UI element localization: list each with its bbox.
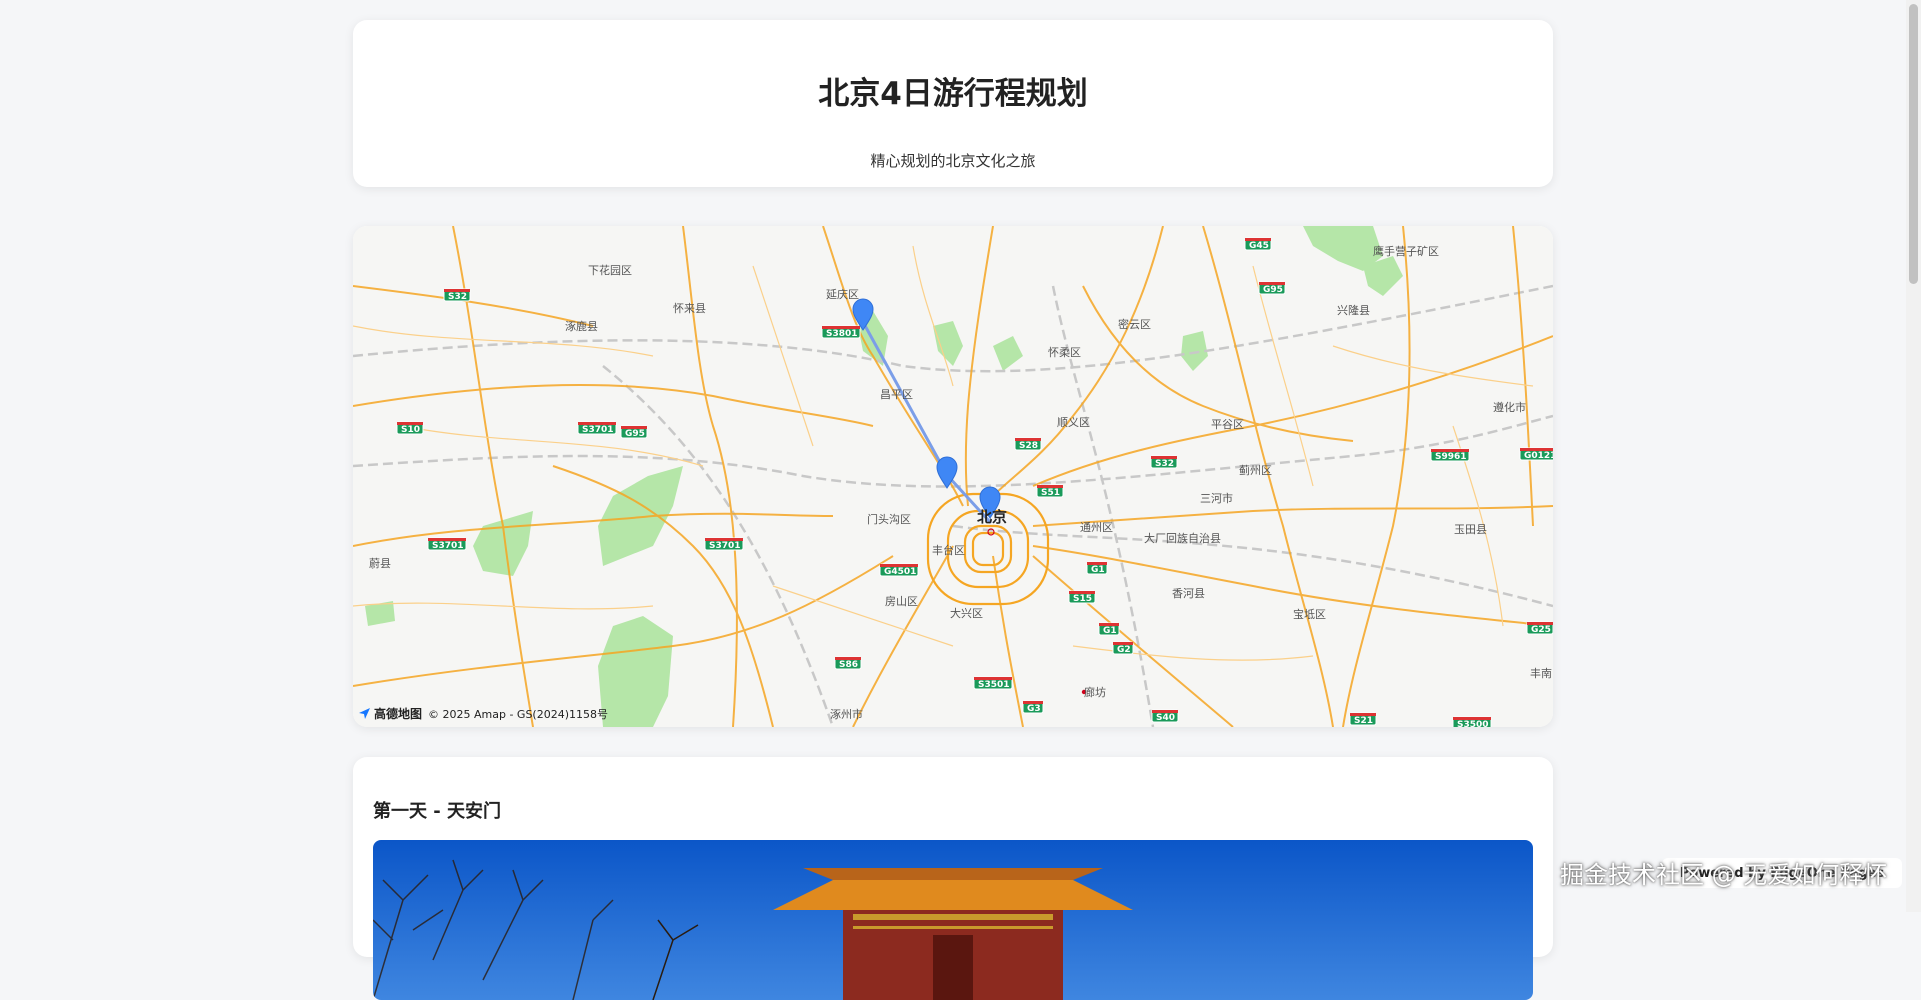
svg-text:S32: S32 bbox=[448, 292, 467, 302]
district-label: 兴隆县 bbox=[1337, 303, 1370, 317]
district-label: 顺义区 bbox=[1057, 416, 1090, 429]
svg-text:S3701: S3701 bbox=[582, 425, 614, 435]
district-label: 鹰手营子矿区 bbox=[1373, 244, 1439, 258]
svg-text:S3500: S3500 bbox=[1457, 720, 1489, 727]
district-label: 遵化市 bbox=[1493, 400, 1526, 414]
district-label: 丰台区 bbox=[932, 543, 965, 557]
svg-text:G3: G3 bbox=[1027, 704, 1041, 714]
svg-text:G1: G1 bbox=[1091, 565, 1105, 575]
highway-shield: G25 bbox=[1526, 621, 1553, 635]
scrollbar[interactable] bbox=[1906, 0, 1921, 912]
district-label: 房山区 bbox=[885, 595, 918, 608]
highway-shield: S86 bbox=[834, 656, 862, 670]
svg-text:S28: S28 bbox=[1019, 441, 1038, 451]
district-label: 丰南 bbox=[1530, 667, 1552, 680]
highway-shield: G3 bbox=[1022, 700, 1044, 714]
highway-shield: G0121 bbox=[1519, 447, 1553, 461]
svg-text:G1: G1 bbox=[1103, 626, 1117, 636]
highway-shield: S40 bbox=[1151, 709, 1179, 723]
district-label: 蔚县 bbox=[369, 557, 391, 570]
header-card: 北京4日游行程规划 精心规划的北京文化之旅 bbox=[353, 20, 1553, 187]
district-label: 下花园区 bbox=[588, 264, 632, 277]
district-label: 玉田县 bbox=[1454, 523, 1487, 536]
amap-arrow-icon bbox=[359, 708, 370, 719]
svg-text:S40: S40 bbox=[1156, 713, 1175, 723]
svg-text:S3701: S3701 bbox=[709, 541, 741, 551]
page-title: 北京4日游行程规划 bbox=[818, 76, 1088, 112]
district-label: 延庆区 bbox=[826, 287, 859, 301]
highway-shield: S28 bbox=[1014, 437, 1042, 451]
highway-shield: G1 bbox=[1086, 561, 1108, 575]
highway-shield: G2 bbox=[1112, 641, 1134, 655]
day-card: 第一天 - 天安门 bbox=[353, 757, 1553, 1000]
district-label: 蓟州区 bbox=[1239, 464, 1272, 477]
highway-shield: G45 bbox=[1244, 237, 1272, 251]
district-label: 香河县 bbox=[1172, 587, 1205, 600]
highway-shield: S21 bbox=[1349, 712, 1377, 726]
day-title: 第一天 - 天安门 bbox=[373, 801, 502, 822]
highway-shield: G1 bbox=[1098, 622, 1120, 636]
district-label: 平谷区 bbox=[1211, 418, 1244, 431]
highway-shield: S32 bbox=[1150, 455, 1178, 469]
svg-text:S9961: S9961 bbox=[1435, 452, 1467, 462]
map-attribution: 高德地图 © 2025 Amap - GS(2024)1158号 bbox=[358, 705, 608, 722]
svg-text:G0121: G0121 bbox=[1524, 451, 1553, 461]
svg-text:G95: G95 bbox=[1263, 285, 1283, 295]
highway-shield: S15 bbox=[1068, 590, 1096, 604]
district-label: 大厂回族自治县 bbox=[1144, 531, 1221, 545]
svg-text:S3701: S3701 bbox=[432, 541, 464, 551]
district-label: 涿鹿县 bbox=[565, 319, 598, 333]
highway-shield: S3701 bbox=[577, 421, 617, 435]
svg-text:G95: G95 bbox=[625, 429, 645, 439]
amap-logo: 高德地图 bbox=[358, 705, 422, 722]
highway-shield: S9961 bbox=[1430, 448, 1470, 462]
district-label: 三河市 bbox=[1200, 491, 1233, 505]
svg-text:G45: G45 bbox=[1249, 241, 1269, 251]
highway-shield: G4501 bbox=[879, 563, 919, 577]
svg-text:S32: S32 bbox=[1155, 459, 1174, 469]
district-label: 门头沟区 bbox=[867, 512, 911, 526]
city-label: 北京 bbox=[977, 508, 1007, 526]
map-card[interactable]: 下花园区延庆区涿鹿县 怀来县密云区怀柔区 兴隆县 鹰手营子矿区昌平区顺义区 平谷区 遵化市… bbox=[353, 226, 1553, 727]
district-label: 大兴区 bbox=[950, 606, 983, 620]
highway-shield: S10 bbox=[396, 421, 424, 435]
highway-shield: S3500 bbox=[1452, 716, 1492, 727]
watermark: 掘金技术社区 @ 无爱如何释怀 bbox=[1560, 861, 1888, 889]
svg-text:S51: S51 bbox=[1041, 488, 1060, 498]
scrollbar-thumb[interactable] bbox=[1909, 4, 1918, 284]
svg-text:S15: S15 bbox=[1073, 594, 1092, 604]
district-label: 涿州市 bbox=[830, 707, 863, 721]
map-copyright: © 2025 Amap - GS(2024)1158号 bbox=[428, 707, 609, 721]
svg-text:S21: S21 bbox=[1354, 716, 1373, 726]
highway-shield: S32 bbox=[443, 288, 471, 302]
district-label: 怀柔区 bbox=[1048, 346, 1081, 359]
district-label: 昌平区 bbox=[880, 388, 913, 401]
svg-text:G2: G2 bbox=[1117, 645, 1131, 655]
district-label: 廊坊 bbox=[1084, 685, 1106, 699]
svg-text:S3801: S3801 bbox=[826, 329, 858, 339]
highway-shield: S3501 bbox=[973, 676, 1013, 690]
highway-shield: S51 bbox=[1036, 484, 1064, 498]
highway-shield: S3701 bbox=[704, 537, 744, 551]
highway-shield: S3701 bbox=[427, 537, 467, 551]
svg-text:S10: S10 bbox=[401, 425, 420, 435]
svg-text:G4501: G4501 bbox=[884, 567, 916, 577]
svg-text:S86: S86 bbox=[839, 660, 858, 670]
map-canvas[interactable]: 下花园区延庆区涿鹿县 怀来县密云区怀柔区 兴隆县 鹰手营子矿区昌平区顺义区 平谷区 遵化市… bbox=[353, 226, 1553, 727]
page-subtitle: 精心规划的北京文化之旅 bbox=[870, 152, 1036, 170]
district-label: 通州区 bbox=[1080, 521, 1113, 534]
svg-text:G25: G25 bbox=[1531, 625, 1551, 635]
highway-shield: G95 bbox=[620, 425, 648, 439]
highway-shield: S3801 bbox=[821, 325, 861, 339]
svg-text:S3501: S3501 bbox=[978, 680, 1010, 690]
district-label: 宝坻区 bbox=[1293, 607, 1326, 621]
highway-shield: G95 bbox=[1258, 281, 1286, 295]
tiananmen-photo bbox=[373, 840, 1533, 1000]
district-label: 怀来县 bbox=[673, 302, 706, 315]
district-label: 密云区 bbox=[1118, 317, 1151, 331]
